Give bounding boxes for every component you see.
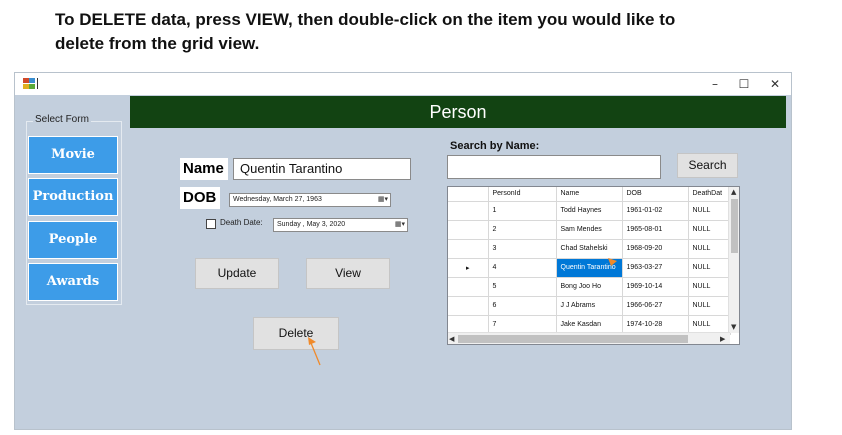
cell-name[interactable]: Sam Mendes bbox=[556, 220, 623, 240]
minimize-button[interactable]: – bbox=[700, 73, 730, 95]
column-header-name[interactable]: Name bbox=[556, 187, 623, 202]
death-date-value: Sunday , May 3, 2020 bbox=[277, 221, 346, 228]
current-row-indicator[interactable]: ▸ bbox=[448, 258, 489, 278]
click-cursor-arrow bbox=[308, 337, 321, 366]
nav-movie-button[interactable]: Movie bbox=[28, 136, 118, 174]
app-icon bbox=[23, 78, 35, 89]
cell-personid[interactable]: 6 bbox=[488, 296, 557, 316]
scroll-down-arrow-icon[interactable]: ▼ bbox=[731, 323, 736, 331]
scroll-left-arrow-icon[interactable]: ◀ bbox=[449, 335, 454, 343]
cell-name[interactable]: J J Abrams bbox=[556, 296, 623, 316]
cell-name[interactable]: Todd Haynes bbox=[556, 201, 623, 221]
maximize-button[interactable]: ☐ bbox=[729, 73, 759, 95]
death-date-label: Death Date: bbox=[220, 218, 263, 227]
nav-production-button[interactable]: Production bbox=[28, 178, 118, 216]
name-label: Name bbox=[180, 158, 228, 180]
close-button[interactable]: ✕ bbox=[760, 73, 790, 95]
calendar-dropdown-icon[interactable]: ▦▾ bbox=[391, 221, 405, 229]
row-header[interactable] bbox=[448, 220, 489, 240]
vertical-scroll-thumb[interactable] bbox=[731, 199, 738, 253]
title-separator bbox=[37, 78, 38, 89]
cell-dob[interactable]: 1963-03-27 bbox=[622, 258, 689, 278]
update-button[interactable]: Update bbox=[195, 258, 279, 289]
row-header[interactable] bbox=[448, 296, 489, 316]
cell-personid[interactable]: 1 bbox=[488, 201, 557, 221]
horizontal-scrollbar[interactable]: ◀ ▶ bbox=[448, 332, 730, 344]
column-header-personid[interactable]: PersonId bbox=[488, 187, 557, 202]
row-header[interactable] bbox=[448, 277, 489, 297]
cell-deathdate[interactable]: NULL bbox=[688, 201, 731, 221]
cell-name[interactable]: Chad Stahelski bbox=[556, 239, 623, 259]
cell-deathdate[interactable]: NULL bbox=[688, 277, 731, 297]
search-input[interactable] bbox=[447, 155, 661, 179]
row-header[interactable] bbox=[448, 201, 489, 221]
instruction-text: To DELETE data, press VIEW, then double-… bbox=[55, 8, 815, 56]
nav-awards-button[interactable]: Awards bbox=[28, 263, 118, 301]
column-header-deathdate[interactable]: DeathDat bbox=[688, 187, 731, 202]
dob-label: DOB bbox=[180, 187, 220, 209]
grid-header-row: PersonId Name DOB DeathDat bbox=[448, 187, 731, 202]
table-row-selected[interactable]: ▸ 4 Quentin Tarantino 1963-03-27 NULL bbox=[448, 258, 731, 278]
scroll-right-arrow-icon[interactable]: ▶ bbox=[720, 335, 725, 343]
vertical-scrollbar[interactable]: ▲ ▼ bbox=[728, 187, 739, 333]
select-form-label: Select Form bbox=[33, 114, 91, 125]
view-button[interactable]: View bbox=[306, 258, 390, 289]
app-window: – ☐ ✕ Person Select Form Movie Productio… bbox=[14, 72, 792, 430]
table-row[interactable]: 2 Sam Mendes 1965-08-01 NULL bbox=[448, 220, 731, 240]
dob-value: Wednesday, March 27, 1963 bbox=[233, 196, 322, 203]
table-row[interactable]: 5 Bong Joo Ho 1969-10-14 NULL bbox=[448, 277, 731, 297]
cell-deathdate[interactable]: NULL bbox=[688, 220, 731, 240]
cell-dob[interactable]: 1968-09-20 bbox=[622, 239, 689, 259]
delete-button[interactable]: Delete bbox=[253, 317, 339, 350]
click-cursor-arrow bbox=[608, 258, 617, 266]
death-date-checkbox[interactable] bbox=[206, 219, 216, 229]
cell-deathdate[interactable]: NULL bbox=[688, 239, 731, 259]
table-row[interactable]: 6 J J Abrams 1966-06-27 NULL bbox=[448, 296, 731, 316]
dob-date-picker[interactable]: Wednesday, March 27, 1963 ▦▾ bbox=[229, 193, 391, 207]
search-button[interactable]: Search bbox=[677, 153, 738, 178]
cell-dob[interactable]: 1961-01-02 bbox=[622, 201, 689, 221]
cell-dob[interactable]: 1969-10-14 bbox=[622, 277, 689, 297]
cell-dob[interactable]: 1966-06-27 bbox=[622, 296, 689, 316]
table-row[interactable]: 1 Todd Haynes 1961-01-02 NULL bbox=[448, 201, 731, 221]
cell-personid[interactable]: 3 bbox=[488, 239, 557, 259]
grid-corner-cell[interactable] bbox=[448, 187, 489, 202]
grid-table: PersonId Name DOB DeathDat 1 Todd Haynes… bbox=[448, 187, 731, 335]
people-grid[interactable]: PersonId Name DOB DeathDat 1 Todd Haynes… bbox=[447, 186, 740, 345]
column-header-dob[interactable]: DOB bbox=[622, 187, 689, 202]
cell-dob[interactable]: 1965-08-01 bbox=[622, 220, 689, 240]
cell-personid[interactable]: 4 bbox=[488, 258, 557, 278]
cell-personid[interactable]: 5 bbox=[488, 277, 557, 297]
name-input[interactable]: Quentin Tarantino bbox=[233, 158, 411, 180]
cell-name[interactable]: Bong Joo Ho bbox=[556, 277, 623, 297]
row-header[interactable] bbox=[448, 239, 489, 259]
instruction-line-2: delete from the grid view. bbox=[55, 34, 260, 53]
title-bar: – ☐ ✕ bbox=[15, 73, 791, 95]
horizontal-scroll-thumb[interactable] bbox=[458, 335, 688, 343]
search-label: Search by Name: bbox=[450, 140, 540, 152]
instruction-line-1: To DELETE data, press VIEW, then double-… bbox=[55, 10, 676, 29]
scroll-up-arrow-icon[interactable]: ▲ bbox=[731, 188, 736, 196]
cell-deathdate[interactable]: NULL bbox=[688, 258, 731, 278]
cell-personid[interactable]: 2 bbox=[488, 220, 557, 240]
page-title: Person bbox=[429, 102, 487, 122]
nav-people-button[interactable]: People bbox=[28, 221, 118, 259]
calendar-dropdown-icon[interactable]: ▦▾ bbox=[374, 196, 388, 204]
cell-deathdate[interactable]: NULL bbox=[688, 296, 731, 316]
table-row[interactable]: 3 Chad Stahelski 1968-09-20 NULL bbox=[448, 239, 731, 259]
header-bar: Person bbox=[130, 96, 786, 128]
death-date-picker[interactable]: Sunday , May 3, 2020 ▦▾ bbox=[273, 218, 408, 232]
